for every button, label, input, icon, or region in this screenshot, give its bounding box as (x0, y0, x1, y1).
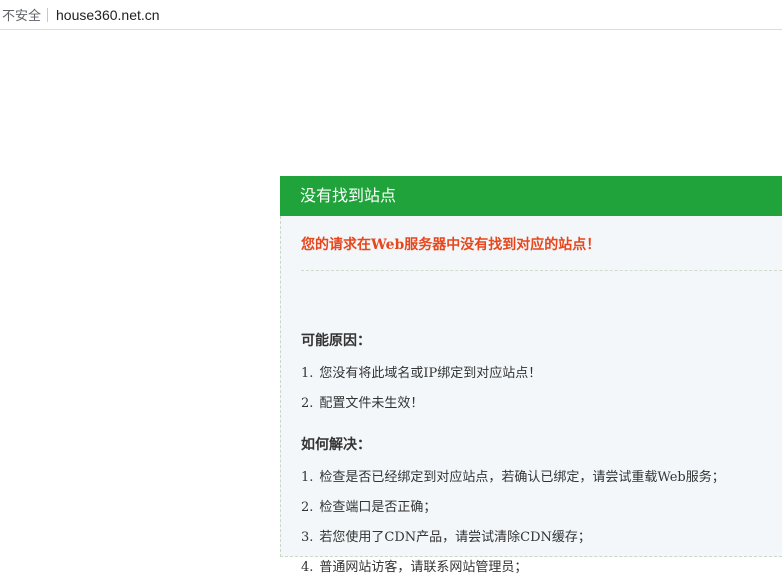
card-body: 您的请求在Web服务器中没有找到对应的站点！ 可能原因： 1. 您没有将此域名或I… (280, 216, 782, 575)
reason-number: 2. (301, 396, 314, 411)
solution-text: 普通网站访客，请联系网站管理员； (319, 560, 528, 575)
solution-item-1: 1. 检查是否已经绑定到对应站点，若确认已绑定，请尝试重载Web服务； (301, 466, 725, 485)
reason-item-2: 2. 配置文件未生效！ (301, 392, 423, 411)
solution-number: 2. (301, 500, 314, 515)
solution-number: 3. (301, 530, 314, 545)
address-separator (47, 7, 49, 22)
error-message: 您的请求在Web服务器中没有找到对应的站点！ (301, 237, 601, 253)
solution-text: 检查端口是否正确； (319, 500, 437, 515)
reason-item-1: 1. 您没有将此域名或IP绑定到对应站点！ (301, 362, 541, 381)
reason-number: 1. (301, 366, 314, 381)
reason-text: 您没有将此域名或IP绑定到对应站点！ (319, 366, 542, 381)
solution-item-4: 4. 普通网站访客，请联系网站管理员； (301, 556, 527, 575)
solution-text: 检查是否已经绑定到对应站点，若确认已绑定，请尝试重载Web服务； (319, 470, 725, 485)
card-header-title: 没有找到站点 (280, 176, 782, 216)
solution-text: 若您使用了CDN产品，请尝试清除CDN缓存； (319, 530, 591, 545)
solution-item-2: 2. 检查端口是否正确； (301, 496, 436, 515)
security-indicator[interactable]: 不安全 (0, 5, 41, 24)
url-text[interactable]: house360.net.cn (56, 7, 160, 23)
solution-item-3: 3. 若您使用了CDN产品，请尝试清除CDN缓存； (301, 526, 591, 545)
solution-number: 1. (301, 470, 314, 485)
divider (301, 270, 782, 271)
reasons-title: 可能原因： (301, 333, 371, 349)
address-bar[interactable]: 不安全 house360.net.cn (0, 0, 782, 30)
error-card: 没有找到站点 您的请求在Web服务器中没有找到对应的站点！ 可能原因： 1. 您没… (280, 176, 782, 575)
solutions-title: 如何解决： (301, 437, 371, 453)
reason-text: 配置文件未生效！ (319, 396, 424, 411)
solution-number: 4. (301, 560, 314, 575)
